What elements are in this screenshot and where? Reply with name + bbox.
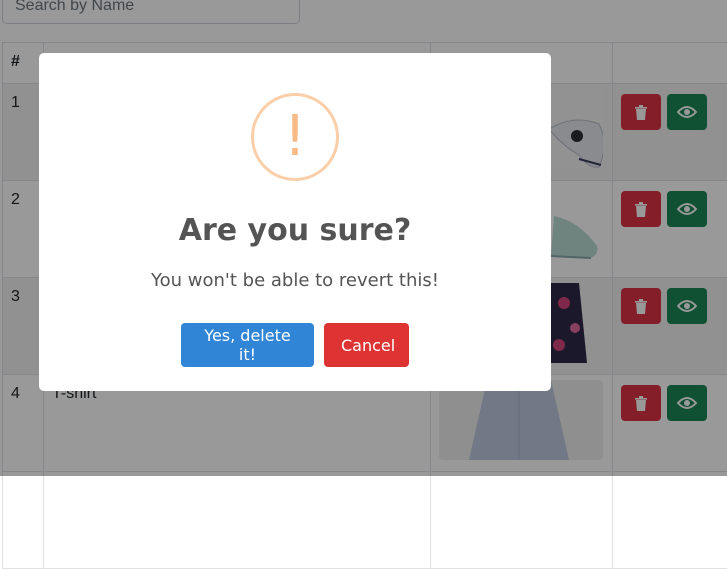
- dialog-title: Are you sure?: [39, 213, 551, 248]
- cancel-button[interactable]: Cancel: [324, 323, 409, 367]
- table-row: [3, 472, 727, 569]
- dialog-actions: Yes, delete it! Cancel: [39, 323, 551, 367]
- confirm-dialog: ! Are you sure? You won't be able to rev…: [39, 53, 551, 391]
- dialog-text: You won't be able to revert this!: [39, 270, 551, 291]
- warning-icon: !: [251, 93, 339, 181]
- confirm-delete-button[interactable]: Yes, delete it!: [181, 323, 314, 367]
